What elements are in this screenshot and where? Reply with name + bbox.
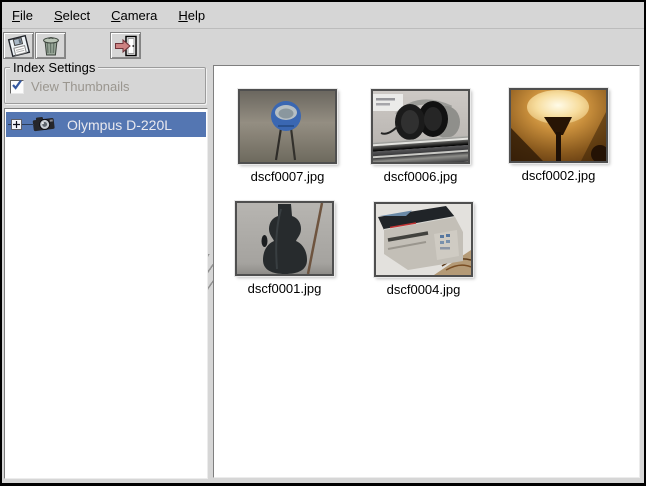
printer-photo — [374, 202, 473, 277]
lamp-photo — [509, 88, 608, 163]
thumbnail-panel: dscf0007.jpg — [213, 65, 640, 478]
menu-help[interactable]: Help — [176, 6, 207, 25]
thumbnail-item[interactable]: dscf0002.jpg — [508, 88, 609, 183]
capacitor-photo — [238, 89, 337, 164]
tree-row-camera[interactable]: Olympus D-220L — [6, 112, 206, 137]
camera-icon — [31, 114, 57, 135]
thumbnail-filename: dscf0006.jpg — [370, 169, 471, 184]
frame-title: Index Settings — [10, 60, 98, 75]
headphones-photo — [371, 89, 470, 164]
thumbnail-item[interactable]: dscf0006.jpg — [370, 89, 471, 184]
thumbnail-item[interactable]: dscf0007.jpg — [237, 89, 338, 184]
menu-camera[interactable]: Camera — [109, 6, 159, 25]
thumbnail-filename: dscf0007.jpg — [237, 169, 338, 184]
guitar-case-photo — [235, 201, 334, 276]
trash-icon — [39, 34, 63, 58]
gtkam-window: File Select Camera Help — [0, 0, 646, 486]
thumbnail-item[interactable]: dscf0001.jpg — [234, 201, 335, 296]
thumbnail-filename: dscf0002.jpg — [508, 168, 609, 183]
camera-tree: Olympus D-220L — [4, 108, 208, 479]
floppy-disk-icon — [6, 34, 32, 58]
exit-door-icon — [113, 34, 139, 58]
save-button[interactable] — [3, 32, 34, 59]
thumbnail-item[interactable]: dscf0004.jpg — [373, 202, 474, 297]
delete-button[interactable] — [35, 32, 66, 59]
index-settings-frame: Index Settings View Thumbnails — [4, 67, 206, 104]
expander-plus-icon[interactable] — [11, 119, 22, 130]
checkmark-icon — [11, 78, 23, 96]
menu-select[interactable]: Select — [52, 6, 92, 25]
tree-item-label: Olympus D-220L — [67, 117, 172, 133]
view-thumbnails-label: View Thumbnails — [31, 79, 130, 94]
view-thumbnails-checkbox[interactable] — [10, 80, 24, 94]
thumbnail-filename: dscf0004.jpg — [373, 282, 474, 297]
menubar: File Select Camera Help — [2, 2, 644, 29]
thumbnail-filename: dscf0001.jpg — [234, 281, 335, 296]
exit-button[interactable] — [110, 32, 141, 59]
menu-file[interactable]: File — [10, 6, 35, 25]
